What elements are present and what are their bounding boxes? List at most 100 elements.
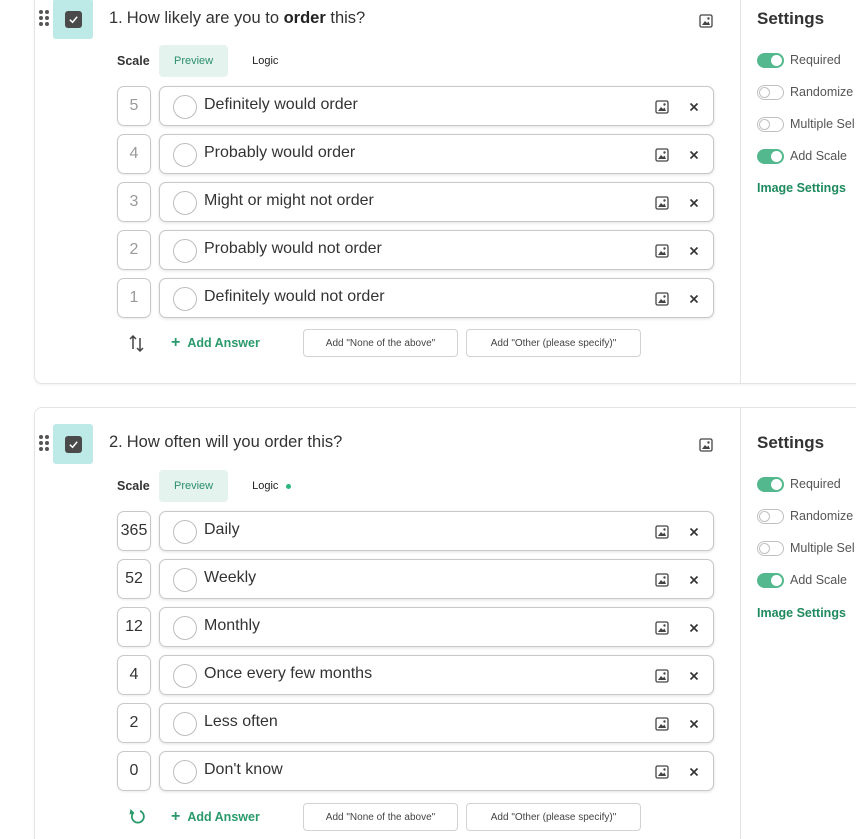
question-select-checkbox[interactable] [53, 0, 93, 39]
scale-value-input[interactable]: 1 [117, 278, 151, 318]
check-icon [64, 10, 82, 28]
question-title[interactable]: 1. How likely are you to order this? [109, 9, 365, 28]
close-icon[interactable] [687, 573, 701, 587]
close-icon[interactable] [687, 717, 701, 731]
image-icon[interactable] [655, 669, 669, 683]
close-icon[interactable] [687, 148, 701, 162]
toggle-switch[interactable] [757, 540, 784, 556]
drag-handle-icon[interactable] [39, 435, 51, 453]
toggle-switch[interactable] [757, 476, 784, 492]
image-icon[interactable] [655, 244, 669, 258]
answer-text-field[interactable]: Probably would not order [159, 230, 714, 270]
answer-text-field[interactable]: Definitely would not order [159, 278, 714, 318]
radio-circle-icon [173, 287, 197, 311]
toggle-knob [759, 118, 770, 130]
setting-label: Required [790, 477, 841, 491]
image-icon[interactable] [655, 765, 669, 779]
scale-value-input[interactable]: 52 [117, 559, 151, 599]
scale-value-input[interactable]: 3 [117, 182, 151, 222]
scale-value-input[interactable]: 2 [117, 230, 151, 270]
answer-text: Definitely would order [204, 96, 358, 113]
answer-text-field[interactable]: Don't know [159, 751, 714, 791]
answer-text-field[interactable]: Probably would order [159, 134, 714, 174]
toggle-switch[interactable] [757, 84, 784, 100]
close-icon[interactable] [687, 765, 701, 779]
setting-label: Add Scale [790, 573, 847, 587]
image-icon[interactable] [655, 100, 669, 114]
answer-text: Probably would order [204, 144, 356, 161]
scale-value-input[interactable]: 5 [117, 86, 151, 126]
close-icon[interactable] [687, 244, 701, 258]
setting-label: Required [790, 53, 841, 67]
answer-text-field[interactable]: Daily [159, 511, 714, 551]
tab-preview[interactable]: Preview [159, 470, 229, 502]
settings-panel: Settings Required Randomize Multiple Sel Ad… [740, 0, 856, 383]
scale-value-input[interactable]: 2 [117, 703, 151, 743]
radio-circle-icon [173, 191, 197, 215]
image-icon[interactable] [655, 196, 669, 210]
question-title[interactable]: 2. How often will you order this? [109, 433, 342, 452]
scale-value-input[interactable]: 0 [117, 751, 151, 791]
answer-text: Once every few months [204, 665, 373, 682]
toggle-switch[interactable] [757, 116, 784, 132]
toggle-switch[interactable] [757, 508, 784, 524]
scale-value-input[interactable]: 4 [117, 134, 151, 174]
settings-panel: Settings Required Randomize Multiple Sel Ad… [740, 408, 856, 839]
close-icon[interactable] [687, 292, 701, 306]
answer-text-field[interactable]: Weekly [159, 559, 714, 599]
answer-text: Might or might not order [204, 192, 374, 209]
answer-text-field[interactable]: Definitely would order [159, 86, 714, 126]
setting-toggle-row: Multiple Sel [757, 116, 855, 132]
scale-label: Scale [117, 479, 150, 493]
scale-value-input[interactable]: 12 [117, 607, 151, 647]
image-icon[interactable] [655, 148, 669, 162]
close-icon[interactable] [687, 525, 701, 539]
question-number: 2. [109, 433, 123, 451]
image-settings-link[interactable]: Image Settings [757, 606, 846, 620]
image-icon[interactable] [699, 438, 713, 452]
answer-text-field[interactable]: Less often [159, 703, 714, 743]
image-icon[interactable] [655, 717, 669, 731]
toggle-knob [771, 54, 782, 66]
add-answer-button[interactable]: + Add Answer [171, 335, 260, 351]
tab-logic[interactable]: Logic [252, 55, 278, 67]
answer-text-field[interactable]: Once every few months [159, 655, 714, 695]
toggle-switch[interactable] [757, 572, 784, 588]
image-icon[interactable] [655, 292, 669, 306]
toggle-knob [759, 542, 770, 554]
tab-logic[interactable]: Logic [252, 480, 292, 492]
tab-preview[interactable]: Preview [159, 45, 229, 77]
answer-text-field[interactable]: Might or might not order [159, 182, 714, 222]
radio-circle-icon [173, 95, 197, 119]
add-none-of-above-button[interactable]: Add "None of the above" [303, 803, 458, 831]
close-icon[interactable] [687, 196, 701, 210]
settings-title: Settings [757, 433, 825, 452]
sort-arrows-icon[interactable] [127, 332, 147, 354]
toggle-switch[interactable] [757, 52, 784, 68]
close-icon[interactable] [687, 669, 701, 683]
add-other-specify-button[interactable]: Add "Other (please specify)" [466, 803, 641, 831]
add-other-specify-button[interactable]: Add "Other (please specify)" [466, 329, 641, 357]
image-icon[interactable] [655, 573, 669, 587]
image-icon[interactable] [655, 525, 669, 539]
image-icon[interactable] [699, 14, 713, 28]
scale-label: Scale [117, 54, 150, 68]
reset-icon[interactable] [127, 806, 147, 828]
toggle-switch[interactable] [757, 148, 784, 164]
question-tabs: Scale Preview Logic [117, 470, 292, 502]
add-none-of-above-button[interactable]: Add "None of the above" [303, 329, 458, 357]
question-select-checkbox[interactable] [53, 424, 93, 464]
setting-toggle-row: Required [757, 476, 841, 492]
image-icon[interactable] [655, 621, 669, 635]
answer-text: Definitely would not order [204, 288, 385, 305]
close-icon[interactable] [687, 621, 701, 635]
add-answer-button[interactable]: + Add Answer [171, 809, 260, 825]
answer-text: Don't know [204, 761, 283, 778]
image-settings-link[interactable]: Image Settings [757, 181, 846, 195]
drag-handle-icon[interactable] [39, 10, 51, 28]
scale-value-input[interactable]: 4 [117, 655, 151, 695]
scale-value-input[interactable]: 365 [117, 511, 151, 551]
answer-text-field[interactable]: Monthly [159, 607, 714, 647]
close-icon[interactable] [687, 100, 701, 114]
question-card-1: 1. How likely are you to order this? Scal… [34, 0, 856, 384]
